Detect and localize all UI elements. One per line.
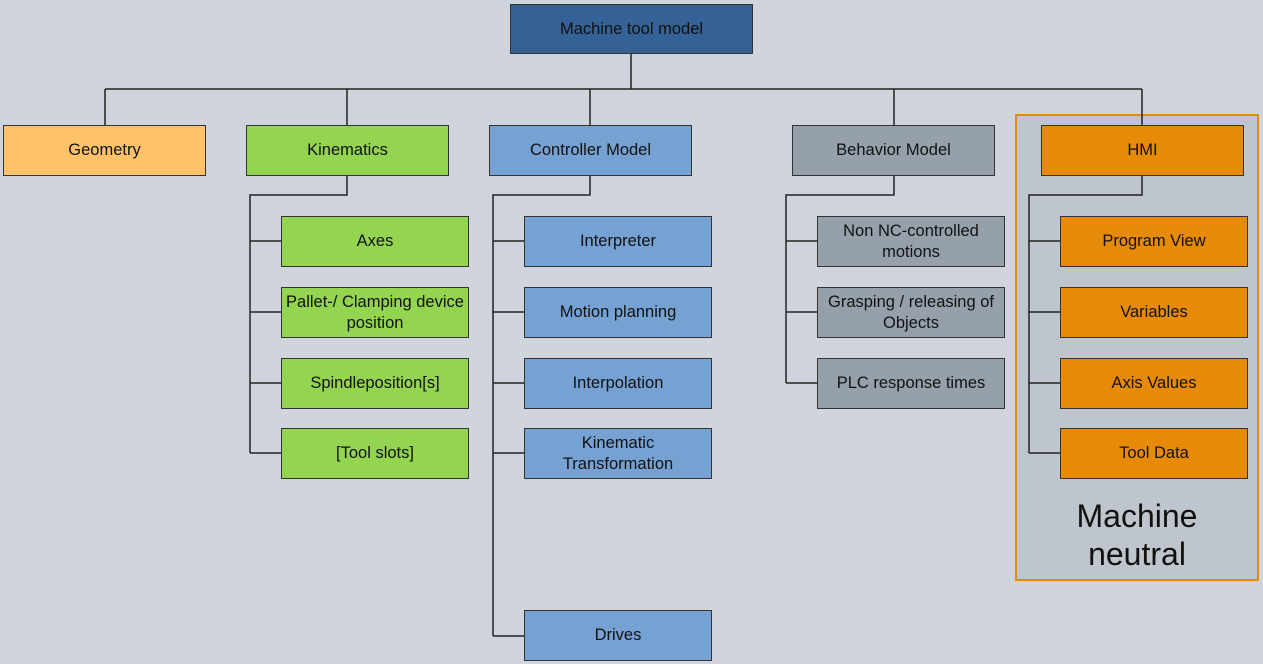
node-axis-values: Axis Values xyxy=(1060,358,1248,409)
node-axes: Axes xyxy=(281,216,469,267)
node-spindleposition: Spindleposition[s] xyxy=(281,358,469,409)
node-program-view: Program View xyxy=(1060,216,1248,267)
node-geometry: Geometry xyxy=(3,125,206,176)
node-kinematics: Kinematics xyxy=(246,125,449,176)
node-hmi: HMI xyxy=(1041,125,1244,176)
node-pallet-clamping: Pallet-/ Clamping device position xyxy=(281,287,469,338)
node-controller-model: Controller Model xyxy=(489,125,692,176)
node-interpolation: Interpolation xyxy=(524,358,712,409)
node-motion-planning: Motion planning xyxy=(524,287,712,338)
node-behavior-model: Behavior Model xyxy=(792,125,995,176)
root-node-machine-tool-model: Machine tool model xyxy=(510,4,753,54)
node-interpreter: Interpreter xyxy=(524,216,712,267)
node-tool-slots: [Tool slots] xyxy=(281,428,469,479)
node-kinematic-transformation: Kinematic Transformation xyxy=(524,428,712,479)
node-tool-data: Tool Data xyxy=(1060,428,1248,479)
node-grasping-releasing: Grasping / releasing of Objects xyxy=(817,287,1005,338)
machine-neutral-label: Machine neutral xyxy=(1076,498,1198,572)
node-variables: Variables xyxy=(1060,287,1248,338)
node-non-nc-controlled-motions: Non NC-controlled motions xyxy=(817,216,1005,267)
node-drives: Drives xyxy=(524,610,712,661)
node-plc-response-times: PLC response times xyxy=(817,358,1005,409)
